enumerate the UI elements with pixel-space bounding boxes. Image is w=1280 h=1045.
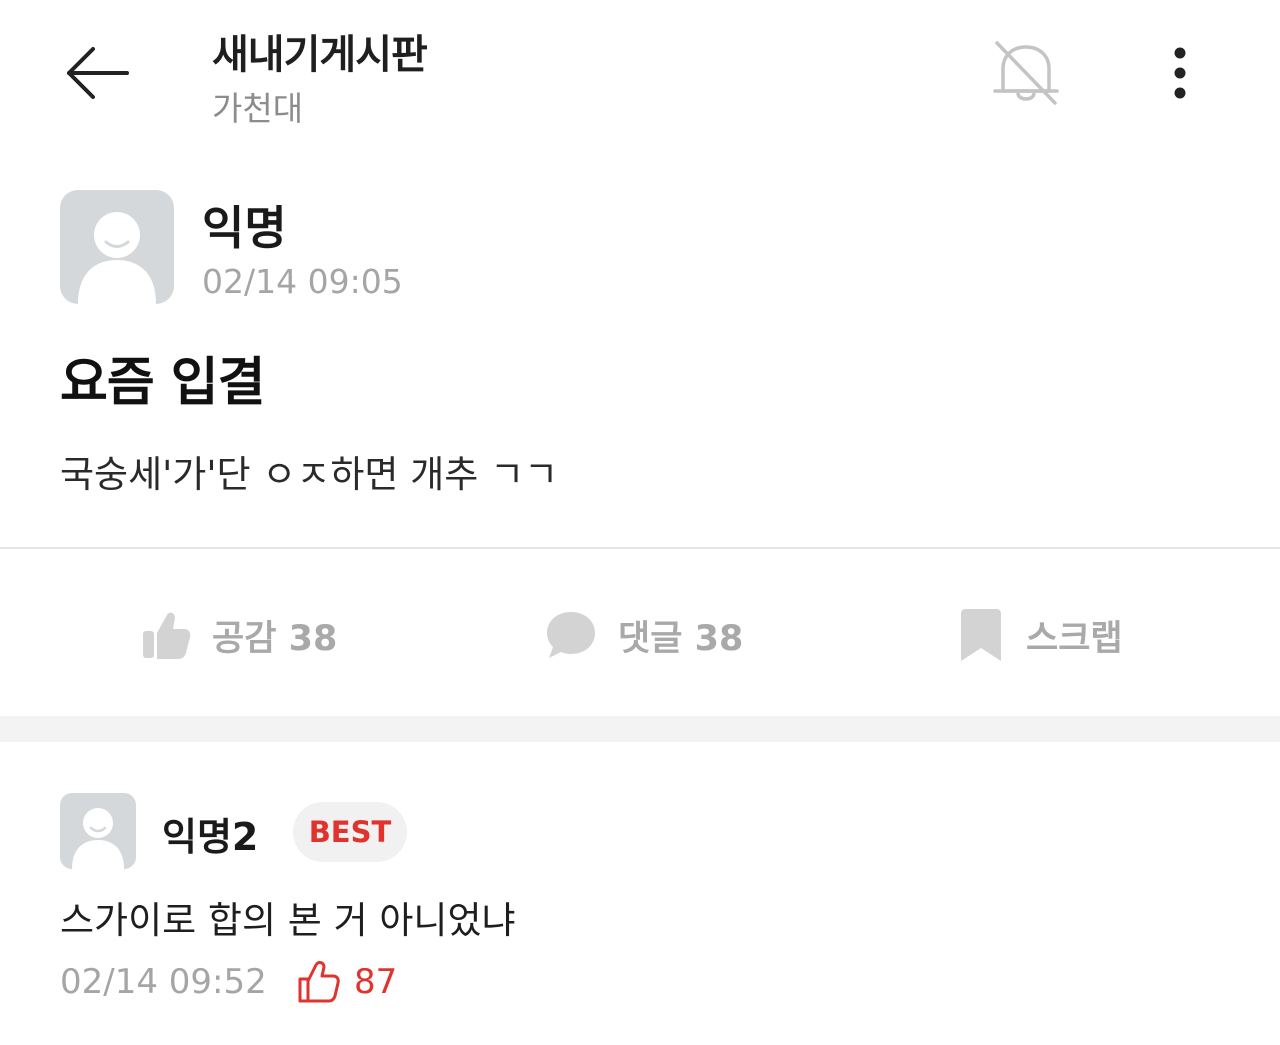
back-arrow-icon — [67, 47, 129, 99]
author-avatar — [60, 190, 174, 304]
post-author-name: 익명 — [202, 201, 287, 255]
thumbs-up-icon — [143, 612, 191, 659]
board-title: 새내기게시판 — [212, 32, 428, 78]
scrap-button[interactable]: 스크랩 — [956, 600, 1123, 670]
bookmark-icon — [961, 609, 1001, 661]
bell-off-icon — [993, 41, 1059, 105]
top-app-bar: 새내기게시판 가천대 — [0, 0, 1280, 150]
best-badge: BEST — [293, 802, 407, 862]
back-button[interactable] — [56, 36, 140, 110]
more-options-button[interactable] — [1150, 36, 1210, 110]
best-badge-label: BEST — [308, 815, 392, 849]
divider — [0, 547, 1280, 549]
comment-body: 스가이로 합의 본 거 아니었냐 — [60, 899, 516, 942]
board-subtitle: 가천대 — [212, 89, 304, 128]
comment-author-name: 익명2 — [162, 815, 259, 859]
notification-toggle-button[interactable] — [984, 34, 1068, 112]
comment-button[interactable]: 댓글 38 — [544, 600, 743, 670]
post-title: 요즘 입결 — [60, 353, 265, 413]
like-label: 공감 38 — [212, 618, 338, 659]
scrap-label: 스크랩 — [1026, 618, 1123, 659]
post-body: 국숭세'가'단 ㅇㅈ하면 개추 ㄱㄱ — [60, 453, 559, 496]
comment-timestamp: 02/14 09:52 — [60, 962, 267, 1002]
like-button[interactable]: 공감 38 — [140, 600, 337, 670]
comment-author-avatar — [60, 793, 136, 869]
comment-label: 댓글 38 — [618, 618, 744, 659]
post-page: 새내기게시판 가천대 익명 02/14 09:05 요즘 입결 국숭세'가'단 … — [0, 0, 1280, 1045]
post-timestamp: 02/14 09:05 — [202, 262, 403, 301]
default-avatar-icon — [72, 808, 124, 869]
comment-like-number: 87 — [354, 962, 398, 1002]
comment-like-count: 87 — [296, 956, 397, 1008]
thumbs-up-outline-icon — [298, 961, 340, 1003]
section-separator — [0, 716, 1280, 742]
speech-bubble-icon — [547, 612, 595, 658]
more-vertical-icon — [1174, 47, 1186, 99]
default-avatar-icon — [78, 212, 156, 304]
